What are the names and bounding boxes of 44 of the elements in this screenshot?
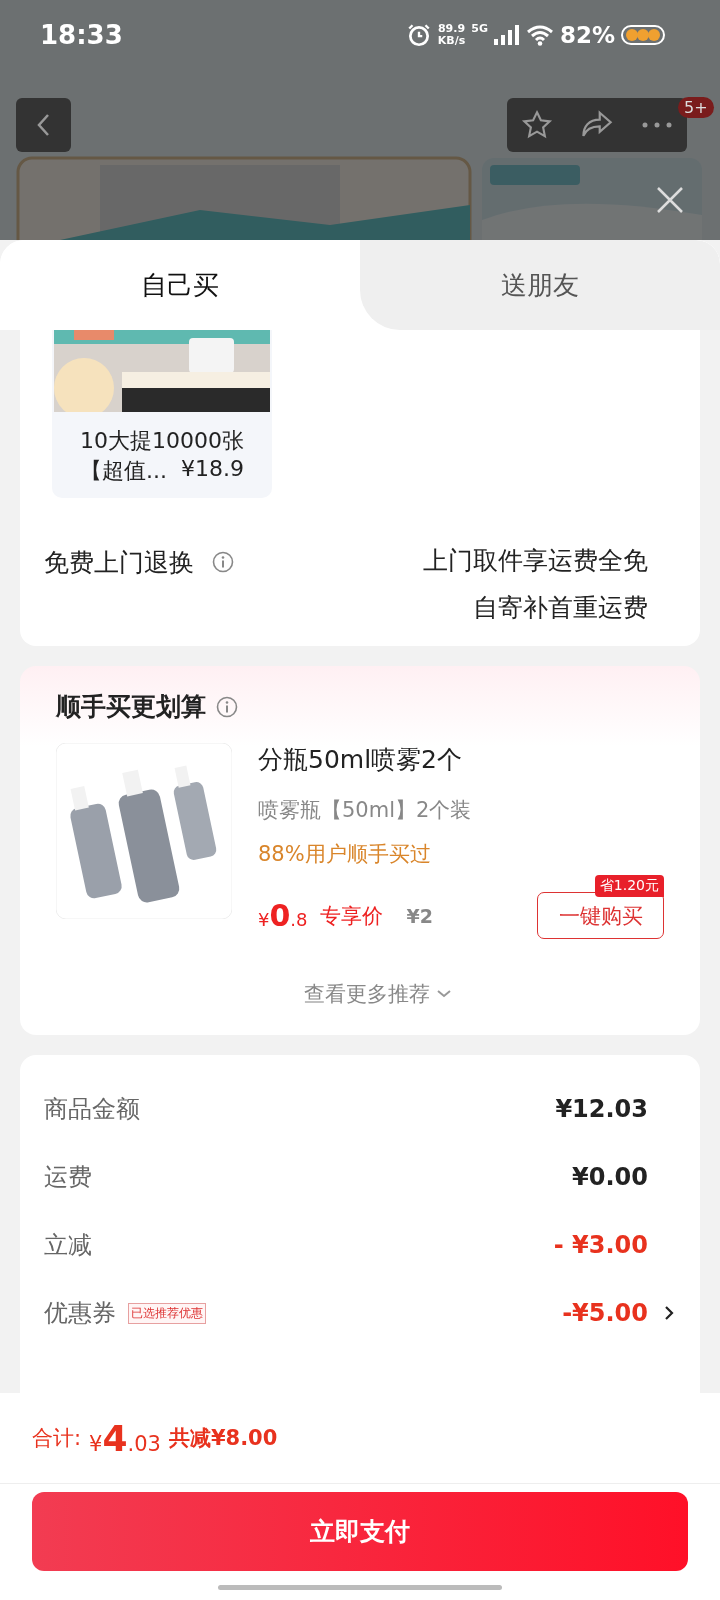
summary-value: -¥5.00: [562, 1299, 648, 1327]
network-speed: 89.9 KB/s: [437, 23, 466, 47]
pay-button[interactable]: 立即支付: [32, 1492, 688, 1571]
summary-label: 商品金额: [44, 1094, 140, 1125]
info-icon[interactable]: [212, 551, 234, 573]
product-name: 【超值...: [80, 457, 167, 485]
total-savings: 共减¥8.00: [168, 1425, 278, 1452]
more-link[interactable]: 查看更多推荐: [298, 979, 458, 1009]
info-icon[interactable]: [216, 695, 238, 718]
product-name: 10大提10000张: [80, 427, 244, 455]
product-spec: 喷雾瓶【50ml】2个装: [258, 797, 473, 824]
clock-time: 18:33: [40, 20, 123, 50]
summary-value: - ¥3.00: [553, 1231, 648, 1259]
purchase-stat: 88%用户顺手买过: [258, 841, 432, 868]
network-type: 5G: [471, 22, 488, 35]
returns-title: 免费上门退换: [44, 546, 194, 579]
wifi-icon: [525, 24, 554, 46]
product-price: ¥18.9: [181, 456, 244, 483]
signal-icon: [493, 25, 520, 45]
original-price: ¥2: [406, 904, 433, 927]
product-name: 分瓶50ml喷雾2个: [258, 744, 464, 776]
returns-note: 自寄补首重运费: [473, 592, 648, 624]
summary-label: 优惠券: [44, 1298, 116, 1329]
coupon-tag: 已选推荐优惠: [128, 1302, 206, 1324]
tab[interactable]: 送朋友: [360, 240, 720, 330]
chevron-right-icon[interactable]: [664, 1305, 674, 1321]
section-title: 顺手买更划算: [56, 691, 206, 723]
summary-value: ¥0.00: [572, 1163, 648, 1191]
summary-label: 立减: [44, 1230, 92, 1261]
total-label: 合计:: [32, 1425, 82, 1452]
battery-icon: [621, 24, 665, 46]
summary-value: ¥12.03: [555, 1095, 648, 1123]
buy-button[interactable]: 一键购买: [537, 892, 664, 939]
chevron-down-icon: [436, 989, 452, 999]
back-button[interactable]: [16, 98, 71, 152]
summary-label: 运费: [44, 1162, 92, 1193]
returns-note: 上门取件享运费全免: [423, 545, 648, 577]
close-icon[interactable]: [656, 186, 684, 214]
product-card[interactable]: 10大提10000张 【超值... ¥18.9: [52, 330, 272, 498]
battery-percent: 82%: [559, 22, 615, 48]
price-tag: 专享价: [319, 901, 383, 930]
savings-badge: 省1.20元: [594, 875, 664, 897]
deal-price: ¥0.8: [258, 898, 308, 933]
total-amount: ¥4.03: [89, 1417, 161, 1459]
